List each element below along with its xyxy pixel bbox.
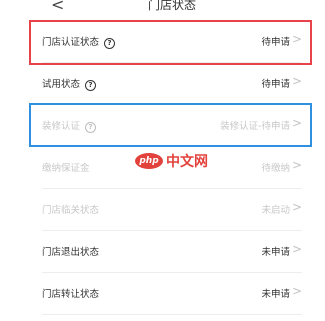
row-value: 待申请 — [261, 37, 290, 48]
row-label: 缴纳保证金 — [42, 163, 90, 174]
row-value: 待缴纳 — [261, 163, 290, 174]
row-trial-status[interactable]: 试用状态? 待申请 > — [34, 63, 310, 105]
nav-bar: < 门店状态 — [34, 0, 310, 16]
row-store-exit-status[interactable]: 门店退出状态 未申请 > — [34, 231, 310, 273]
chevron-right-icon: > — [291, 74, 302, 88]
row-label: 门店临关状态 — [42, 205, 100, 216]
row-value: 待申请 — [261, 79, 290, 90]
frame-edge-right — [310, 0, 325, 321]
row-value: 未申请 — [261, 247, 290, 258]
help-icon[interactable]: ? — [104, 38, 116, 49]
row-label: 门店转让状态 — [42, 289, 100, 300]
row-decoration-certification[interactable]: 装修认证? 装修认证-待申请 > — [34, 105, 310, 147]
chevron-right-icon: > — [291, 116, 302, 130]
divider — [42, 314, 302, 315]
row-label: 装修认证? — [42, 118, 97, 133]
chevron-right-icon: > — [291, 32, 302, 46]
row-value: 未启动 — [261, 205, 290, 216]
row-store-transfer-status[interactable]: 门店转让状态 未申请 > — [34, 273, 310, 315]
chevron-right-icon: > — [291, 242, 302, 256]
row-label: 门店退出状态 — [42, 247, 100, 258]
page-title: 门店状态 — [147, 0, 196, 12]
frame-edge-left — [0, 0, 34, 321]
chevron-right-icon: > — [291, 200, 302, 214]
row-label: 门店认证状态? — [42, 34, 116, 49]
chevron-right-icon: > — [291, 158, 302, 172]
php-logo-icon: php — [135, 153, 163, 169]
watermark-text: 中文网 — [166, 154, 208, 170]
row-value: 未申请 — [261, 289, 290, 300]
app-screen: < 门店状态 门店认证状态? 待申请 > 试用状态? 待申请 > 装修认证? 装… — [0, 0, 325, 321]
help-icon[interactable]: ? — [85, 122, 97, 133]
row-store-certification-status[interactable]: 门店认证状态? 待申请 > — [34, 21, 310, 63]
row-value: 装修认证-待申请 — [220, 121, 290, 132]
help-icon[interactable]: ? — [85, 80, 97, 91]
watermark-logo: php 中文网 — [135, 150, 208, 172]
row-store-closure-status[interactable]: 门店临关状态 未启动 > — [34, 189, 310, 231]
chevron-right-icon: > — [291, 284, 302, 298]
row-label: 试用状态? — [42, 76, 97, 91]
